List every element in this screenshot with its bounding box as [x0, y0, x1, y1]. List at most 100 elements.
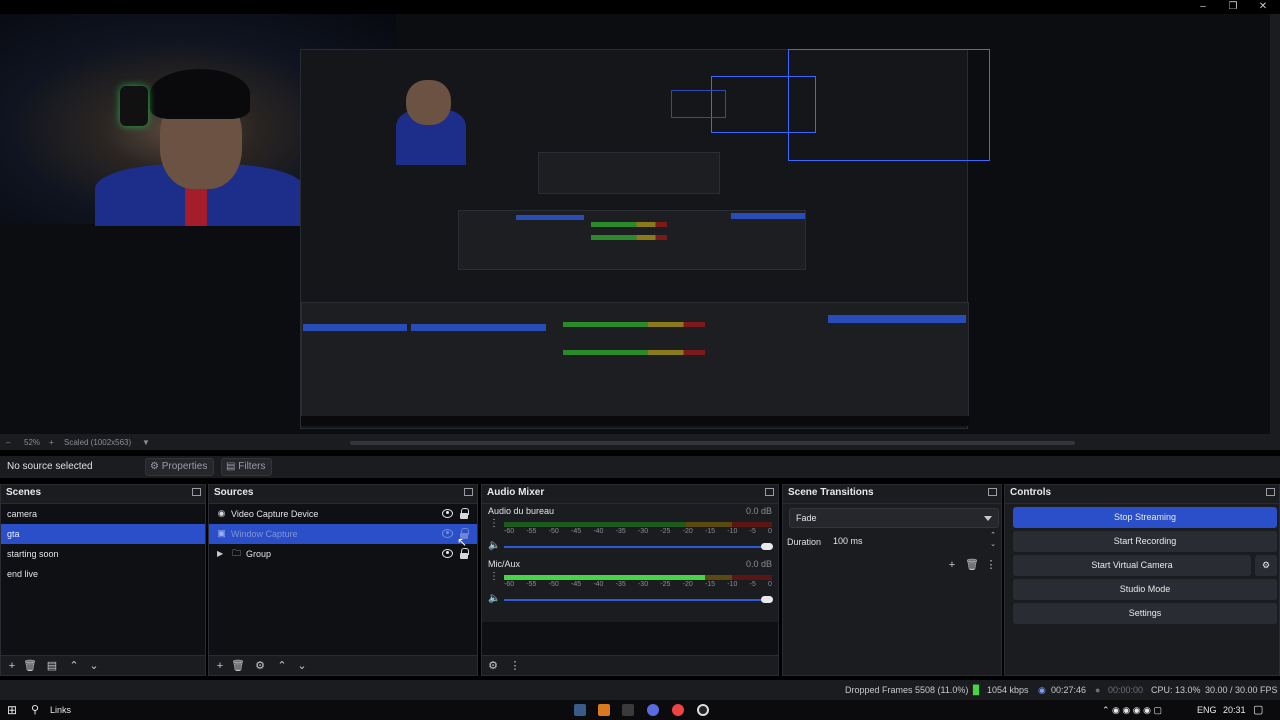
- trash-icon[interactable]: 🗑: [231, 659, 245, 673]
- source-item-video-capture[interactable]: ◉ Video Capture Device: [209, 504, 477, 524]
- dock-float-icon[interactable]: [464, 488, 473, 496]
- meter-scale: -60 -55 -50 -45 -40 -35 -30 -25 -20 -15 -10 -5 0: [504, 581, 772, 588]
- volume-slider-handle[interactable]: [761, 596, 773, 603]
- transition-menu-icon[interactable]: ⋮: [984, 558, 998, 572]
- close-icon[interactable]: ✕: [1256, 1, 1270, 13]
- chevron-down-icon: [984, 516, 992, 521]
- minimize-icon[interactable]: –: [1196, 1, 1210, 13]
- volume-slider[interactable]: [504, 599, 768, 601]
- zoom-in-icon[interactable]: +: [49, 436, 54, 450]
- visibility-eye-icon[interactable]: [442, 509, 453, 518]
- gear-icon[interactable]: ⚙: [253, 659, 267, 673]
- controls-dock: Controls Stop Streaming Start Recording …: [1004, 484, 1280, 676]
- app-icon-1[interactable]: [574, 704, 586, 716]
- notification-icon[interactable]: ▢: [1253, 700, 1263, 720]
- windows-taskbar: ⊞ ⚲ Links ⌃ ◉ ◉ ◉ ◉ ▢ ENG 20:31 ▢: [0, 700, 1280, 720]
- properties-button[interactable]: ⚙ Properties: [145, 458, 215, 476]
- record-time: 00:00:00: [1108, 685, 1144, 695]
- preview-scrollbar[interactable]: [350, 441, 1075, 445]
- windows-start-icon[interactable]: ⊞: [7, 700, 17, 720]
- scene-item-gta[interactable]: gta: [1, 524, 205, 544]
- transitions-body: Fade Duration 100 ms ⌃ ⌄ + 🗑 ⋮: [783, 503, 1001, 675]
- mixer-body: Audio du bureau 0.0 dB ⋮ -60 -55 -50 -45 -40…: [482, 503, 778, 675]
- scene-item-end-live[interactable]: end live: [1, 564, 205, 584]
- trash-icon[interactable]: 🗑: [23, 659, 37, 673]
- taskbar-search-label[interactable]: Links: [50, 700, 71, 720]
- dock-float-icon[interactable]: [1266, 488, 1275, 496]
- move-up-icon[interactable]: ⌃: [275, 659, 289, 673]
- trash-icon[interactable]: 🗑: [965, 558, 979, 572]
- scene-list: camera gta starting soon end live + 🗑 ▤ …: [1, 503, 205, 675]
- record-icon: ●: [1095, 685, 1101, 695]
- preview-canvas[interactable]: [0, 14, 1270, 434]
- obs-icon[interactable]: [697, 704, 709, 716]
- app-icon-3[interactable]: [622, 704, 634, 716]
- studio-mode-button[interactable]: Studio Mode: [1013, 579, 1277, 600]
- scene-transitions-title: Scene Transitions: [783, 485, 1001, 501]
- source-item-window-capture[interactable]: ▣ Window Capture ↖: [209, 524, 477, 549]
- expand-arrow-icon[interactable]: ▶: [217, 544, 223, 564]
- chrome-icon[interactable]: [672, 704, 684, 716]
- language-indicator[interactable]: ENG: [1197, 700, 1217, 720]
- stop-streaming-button[interactable]: Stop Streaming: [1013, 507, 1277, 528]
- scenes-title: Scenes: [1, 485, 205, 501]
- dock-float-icon[interactable]: [192, 488, 201, 496]
- lock-icon[interactable]: [460, 508, 469, 519]
- dock-float-icon[interactable]: [765, 488, 774, 496]
- channel-menu-icon[interactable]: ⋮: [489, 572, 499, 582]
- channel-menu-icon[interactable]: ⋮: [489, 519, 499, 529]
- filter-icon[interactable]: ▤: [45, 659, 59, 673]
- start-virtual-camera-button[interactable]: Start Virtual Camera: [1013, 555, 1251, 576]
- scene-transitions-dock: Scene Transitions Fade Duration 100 ms ⌃…: [782, 484, 1002, 676]
- scene-item-starting-soon[interactable]: starting soon: [1, 544, 205, 564]
- volume-slider[interactable]: [504, 546, 768, 548]
- zoom-out-icon[interactable]: –: [6, 436, 10, 450]
- filters-button[interactable]: ▤ Filters: [221, 458, 273, 476]
- system-tray-icons[interactable]: ⌃ ◉ ◉ ◉ ◉ ▢: [1102, 700, 1162, 720]
- volume-slider-handle[interactable]: [761, 543, 773, 550]
- zoom-level: 52%: [24, 438, 41, 447]
- scale-mode-dropdown-icon[interactable]: ▼: [142, 436, 150, 450]
- scale-mode: Scaled (1002x563): [64, 438, 132, 447]
- add-icon[interactable]: +: [213, 659, 227, 673]
- app-icon-2[interactable]: [598, 704, 610, 716]
- clock[interactable]: 20:31: [1223, 700, 1246, 720]
- advanced-audio-gear-icon[interactable]: ⚙: [486, 659, 500, 673]
- sources-title: Sources: [209, 485, 477, 501]
- mixer-toolbar: ⚙ ⋮: [482, 655, 778, 675]
- window-titlebar: – ❐ ✕: [0, 0, 1280, 14]
- preview-area[interactable]: [0, 14, 1280, 436]
- sources-toolbar: + 🗑 ⚙ ⌃ ⌄: [209, 655, 477, 675]
- stream-time: 00:27:46: [1051, 685, 1087, 695]
- transition-select[interactable]: Fade: [789, 508, 999, 528]
- add-icon[interactable]: +: [945, 558, 959, 572]
- move-down-icon[interactable]: ⌄: [295, 659, 309, 673]
- spin-arrows-icon[interactable]: ⌃ ⌄: [990, 531, 996, 549]
- selection-rectangle[interactable]: [788, 49, 990, 161]
- scene-item-camera[interactable]: camera: [1, 504, 205, 524]
- fps: 30.00 / 30.00 FPS: [1205, 685, 1278, 695]
- move-up-icon[interactable]: ⌃: [67, 659, 81, 673]
- volume-meter-fill: [504, 575, 705, 580]
- settings-button[interactable]: Settings: [1013, 603, 1277, 624]
- visibility-hidden-icon[interactable]: [442, 529, 453, 538]
- selected-source-label: No source selected: [7, 461, 93, 472]
- start-recording-button[interactable]: Start Recording: [1013, 531, 1277, 552]
- mixer-menu-icon[interactable]: ⋮: [508, 659, 522, 673]
- search-icon[interactable]: ⚲: [31, 700, 39, 720]
- visibility-eye-icon[interactable]: [442, 549, 453, 558]
- speaker-icon[interactable]: 🔈: [488, 593, 500, 604]
- volume-meter: [504, 575, 772, 580]
- source-item-group[interactable]: ▶ 🗀 Group: [209, 544, 477, 564]
- move-down-icon[interactable]: ⌄: [87, 659, 101, 673]
- speaker-icon[interactable]: 🔈: [488, 540, 500, 551]
- discord-icon[interactable]: [647, 704, 659, 716]
- virtual-camera-gear-icon[interactable]: ⚙: [1255, 555, 1277, 576]
- lock-icon[interactable]: [460, 548, 469, 559]
- add-icon[interactable]: +: [5, 659, 19, 673]
- sources-dock: Sources ◉ Video Capture Device ▣ Window …: [208, 484, 478, 676]
- restore-icon[interactable]: ❐: [1226, 1, 1240, 13]
- dock-float-icon[interactable]: [988, 488, 997, 496]
- mixer-channel-desktop: Audio du bureau 0.0 dB ⋮ -60 -55 -50 -45 -40…: [488, 506, 773, 551]
- duration-spinbox[interactable]: 100 ms ⌃ ⌄: [827, 532, 999, 552]
